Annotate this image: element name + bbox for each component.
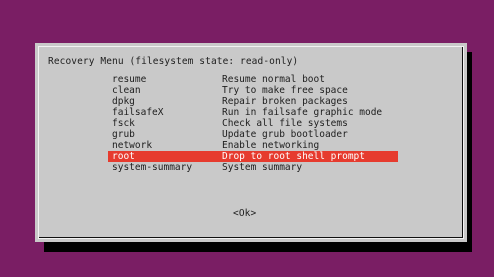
menu-item-command: resume bbox=[112, 74, 147, 85]
menu-item-description: Run in failsafe graphic mode bbox=[222, 107, 383, 118]
menu-item-description: Resume normal boot bbox=[222, 74, 325, 85]
menu-item-command: root bbox=[112, 151, 135, 162]
menu-item-system-summary[interactable]: system-summary System summary bbox=[110, 162, 398, 173]
menu-item-command: failsafeX bbox=[112, 107, 164, 118]
menu-item-description: Enable networking bbox=[222, 140, 320, 151]
menu-item-fsck[interactable]: fsck Check all file systems bbox=[110, 118, 398, 129]
menu-item-description: Repair broken packages bbox=[222, 96, 348, 107]
menu-item-description: System summary bbox=[222, 162, 303, 173]
recovery-menu-dialog: Recovery Menu (filesystem state: read-on… bbox=[35, 43, 467, 242]
menu-item-command: network bbox=[112, 140, 153, 151]
menu-item-clean[interactable]: clean Try to make free space bbox=[110, 85, 398, 96]
menu-item-grub[interactable]: grub Update grub bootloader bbox=[110, 129, 398, 140]
menu-item-command: clean bbox=[112, 85, 141, 96]
menu-item-description: Update grub bootloader bbox=[222, 129, 348, 140]
ok-button[interactable]: <Ok> bbox=[233, 208, 256, 219]
menu-item-failsafex[interactable]: failsafeX Run in failsafe graphic mode bbox=[110, 107, 398, 118]
menu-item-command: dpkg bbox=[112, 96, 135, 107]
menu-item-dpkg[interactable]: dpkg Repair broken packages bbox=[110, 96, 398, 107]
menu-item-description: Try to make free space bbox=[222, 85, 348, 96]
menu-item-command: grub bbox=[112, 129, 135, 140]
menu-item-description: Drop to root shell prompt bbox=[222, 151, 365, 162]
dialog-title: Recovery Menu (filesystem state: read-on… bbox=[48, 56, 299, 67]
menu-item-resume[interactable]: resume Resume normal boot bbox=[110, 74, 398, 85]
recovery-screen: Recovery Menu (filesystem state: read-on… bbox=[0, 0, 494, 277]
menu-item-network[interactable]: network Enable networking bbox=[110, 140, 398, 151]
menu-item-command: system-summary bbox=[112, 162, 193, 173]
menu-item-root[interactable]: root Drop to root shell prompt bbox=[108, 151, 398, 162]
menu-item-command: fsck bbox=[112, 118, 135, 129]
menu-item-description: Check all file systems bbox=[222, 118, 348, 129]
